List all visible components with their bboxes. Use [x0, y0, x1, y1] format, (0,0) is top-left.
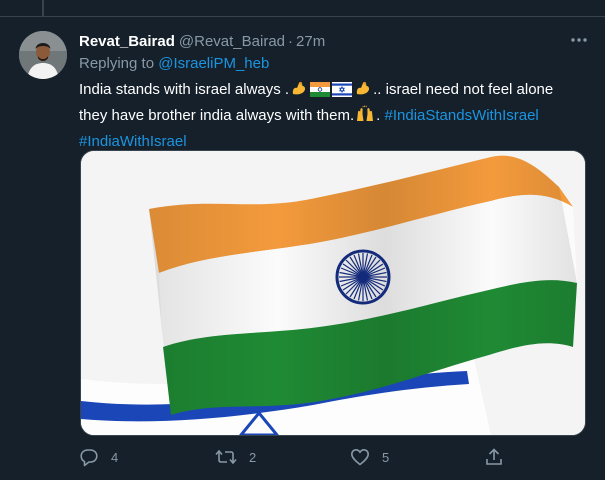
retweet-icon	[215, 447, 237, 467]
tweet-media-image[interactable]	[80, 150, 586, 436]
reply-icon	[79, 447, 99, 467]
thread-connector-line	[42, 0, 44, 16]
replying-to: Replying to @IsraeliPM_heb	[79, 55, 589, 75]
hashtag-link-1[interactable]: #IndiaStandsWithIsrael	[385, 107, 539, 124]
more-options-icon[interactable]	[567, 30, 591, 50]
tweet-timestamp[interactable]: 27m	[296, 33, 325, 50]
raising-hands-icon	[355, 105, 375, 130]
tweet: Revat_Bairad @Revat_Bairad · 27m Replyin…	[79, 30, 589, 153]
share-icon	[484, 447, 504, 467]
share-button[interactable]	[484, 447, 504, 467]
avatar-photo	[19, 31, 67, 79]
tweet-text-part3: .	[376, 107, 381, 124]
hashtag-link-2[interactable]: #IndiaWithIsrael	[79, 133, 187, 150]
reply-count: 4	[111, 449, 119, 465]
replying-to-label: Replying to	[79, 55, 155, 72]
author-name[interactable]: Revat_Bairad	[79, 33, 175, 50]
reply-button[interactable]: 4	[79, 447, 118, 467]
ashoka-chakra-icon	[335, 249, 391, 305]
retweet-count: 2	[249, 449, 257, 465]
flexed-biceps-icon	[290, 79, 308, 104]
flexed-biceps-icon	[354, 79, 372, 104]
separator-dot: ·	[288, 32, 294, 50]
retweet-button[interactable]: 2	[215, 447, 256, 467]
tweet-text-part1: India stands with israel always .	[79, 81, 290, 98]
israel-flag-icon	[332, 81, 353, 104]
replying-to-mention[interactable]: @IsraeliPM_heb	[158, 55, 269, 72]
flags-illustration	[81, 151, 585, 435]
avatar[interactable]	[19, 31, 67, 79]
tweet-divider	[0, 16, 605, 17]
author-handle[interactable]: @Revat_Bairad	[179, 33, 285, 50]
tweet-text: India stands with israel always ... isra…	[79, 78, 584, 153]
like-button[interactable]: 5	[350, 447, 389, 467]
india-flag-icon	[310, 81, 331, 104]
tweet-header: Revat_Bairad @Revat_Bairad · 27m	[79, 30, 589, 52]
tweet-actions: 4 2 5	[79, 447, 519, 469]
heart-icon	[350, 447, 370, 467]
like-count: 5	[382, 449, 390, 465]
